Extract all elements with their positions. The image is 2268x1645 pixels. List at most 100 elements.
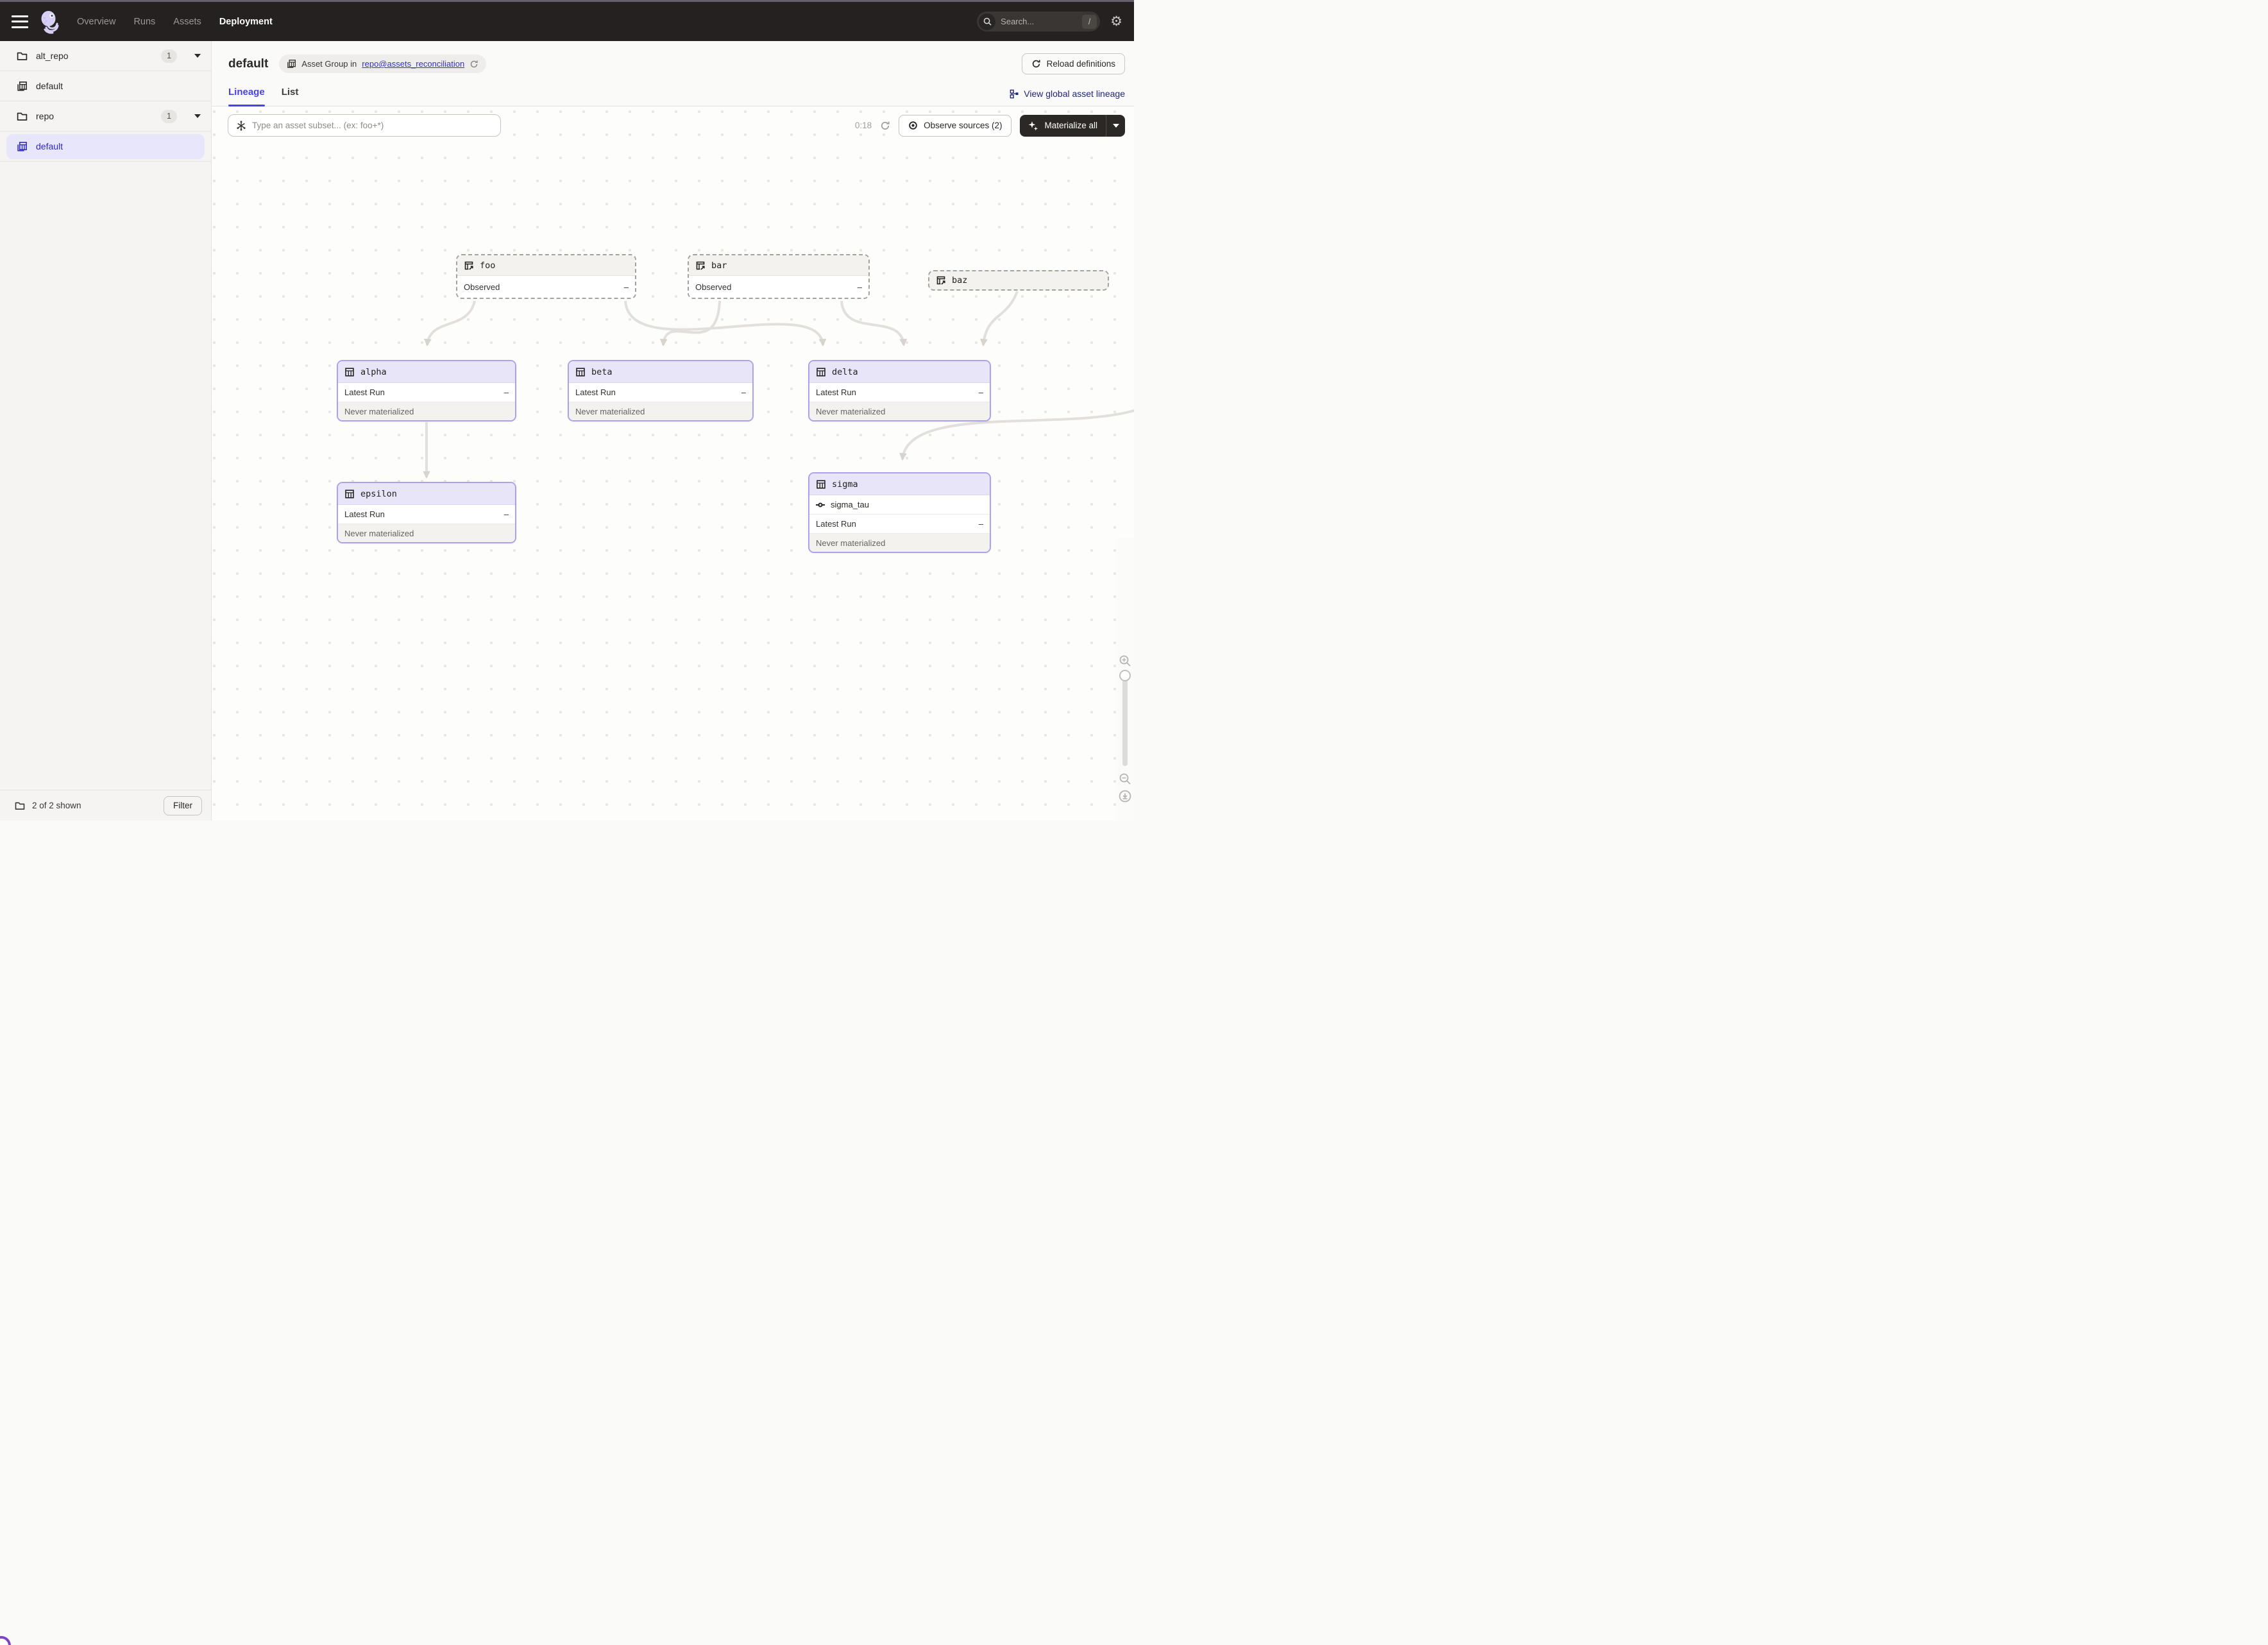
- caret-down-icon[interactable]: [194, 54, 201, 58]
- main-nav: Overview Runs Assets Deployment: [77, 17, 273, 27]
- view-global-asset-lineage-link[interactable]: View global asset lineage: [1010, 89, 1125, 106]
- asset-node-delta[interactable]: delta Latest Run– Never materialized: [808, 360, 991, 422]
- materialize-all-button[interactable]: Materialize all: [1020, 115, 1106, 137]
- refresh-icon: [1031, 59, 1041, 69]
- eye-icon: [908, 121, 918, 130]
- asset-subset-input[interactable]: [228, 114, 501, 137]
- repo-label: alt_repo: [36, 51, 69, 61]
- asset-subset-text-field[interactable]: [252, 121, 493, 130]
- tabs-row: Lineage List View global asset lineage: [212, 78, 1134, 107]
- caret-down-icon[interactable]: [194, 114, 201, 118]
- node-row-label: Latest Run: [816, 388, 856, 397]
- node-label: sigma: [832, 479, 858, 490]
- shown-count-text: 2 of 2 shown: [32, 801, 81, 810]
- node-row-value: –: [504, 509, 509, 519]
- nav-assets[interactable]: Assets: [173, 17, 201, 27]
- nav-deployment[interactable]: Deployment: [219, 17, 273, 27]
- filter-button[interactable]: Filter: [164, 796, 202, 815]
- source-table-icon: [936, 275, 946, 286]
- tab-list[interactable]: List: [282, 87, 299, 106]
- page-title: default: [228, 57, 268, 71]
- asset-node-alpha[interactable]: alpha Latest Run– Never materialized: [337, 360, 516, 422]
- topbar: Overview Runs Assets Deployment Search..…: [0, 0, 1134, 41]
- search-input[interactable]: Search... /: [977, 12, 1100, 31]
- node-label: foo: [480, 260, 495, 271]
- table-icon: [816, 479, 826, 490]
- search-placeholder: Search...: [1001, 17, 1077, 26]
- reload-definitions-button[interactable]: Reload definitions: [1022, 53, 1125, 74]
- zoom-in-icon[interactable]: [1119, 654, 1131, 667]
- node-row-value: –: [741, 388, 746, 397]
- node-status-text: Never materialized: [344, 529, 414, 538]
- table-icon: [344, 367, 355, 377]
- gear-icon[interactable]: ⚙: [1110, 15, 1122, 28]
- node-row-label: Observed: [695, 282, 731, 292]
- launcher-bubble-peek[interactable]: [0, 1636, 11, 1645]
- sidebar-item-default-alt[interactable]: default: [0, 71, 211, 101]
- asset-node-epsilon[interactable]: epsilon Latest Run – Never materialized: [337, 482, 516, 543]
- asset-node-bar[interactable]: bar Observed –: [688, 254, 870, 299]
- asset-group-icon: [17, 81, 28, 92]
- repo-location-link[interactable]: repo@assets_reconciliation: [362, 59, 464, 69]
- materialize-all-split-button: Materialize all: [1020, 115, 1125, 137]
- lineage-edges: [212, 107, 1134, 821]
- asset-subset-icon: [236, 121, 246, 131]
- dagster-logo[interactable]: [38, 10, 60, 34]
- node-label: epsilon: [360, 489, 397, 499]
- graph-toolbar: 0:18 Observe sources (2) Materialize all: [228, 114, 1125, 137]
- node-status-text: Never materialized: [816, 538, 885, 548]
- zoom-slider-track[interactable]: [1122, 676, 1128, 766]
- asset-lineage-canvas[interactable]: 0:18 Observe sources (2) Materialize all: [212, 107, 1134, 821]
- node-row-value: –: [858, 282, 862, 292]
- sidebar-item-repo[interactable]: repo 1: [0, 101, 211, 132]
- node-row-label: Latest Run: [816, 519, 856, 529]
- node-row-value: –: [624, 282, 629, 292]
- source-table-icon: [464, 260, 474, 271]
- sidebar-item-alt-repo[interactable]: alt_repo 1: [0, 41, 211, 71]
- node-label: delta: [832, 367, 858, 377]
- node-status-text: Never materialized: [344, 407, 414, 416]
- folder-icon: [15, 801, 25, 811]
- asset-group-context-pill: Asset Group in repo@assets_reconciliatio…: [279, 55, 486, 73]
- asset-node-baz[interactable]: baz: [928, 270, 1109, 291]
- slash-shortcut-badge: /: [1082, 15, 1097, 29]
- download-icon[interactable]: [1118, 789, 1132, 803]
- context-prefix: Asset Group in: [301, 59, 357, 69]
- node-row-label: Latest Run: [344, 509, 385, 519]
- refresh-icon[interactable]: [470, 60, 478, 69]
- observe-sources-button[interactable]: Observe sources (2): [899, 115, 1011, 137]
- asset-check-row: sigma_tau: [809, 495, 990, 515]
- repo-label: repo: [36, 111, 54, 121]
- table-icon: [575, 367, 586, 377]
- node-label: beta: [591, 367, 613, 377]
- asset-node-beta[interactable]: beta Latest Run– Never materialized: [568, 360, 754, 422]
- asset-node-sigma[interactable]: sigma sigma_tau Latest Run– Never materi…: [808, 472, 991, 553]
- sparkle-icon: [1028, 121, 1038, 131]
- zoom-slider-handle[interactable]: [1119, 670, 1131, 681]
- asset-node-foo[interactable]: foo Observed –: [456, 254, 636, 299]
- table-icon: [344, 489, 355, 499]
- node-status-text: Never materialized: [816, 407, 885, 416]
- node-label: bar: [711, 260, 727, 271]
- repo-list: alt_repo 1 default repo 1 default: [0, 41, 211, 790]
- materialize-options-caret[interactable]: [1106, 115, 1125, 137]
- hamburger-icon[interactable]: [12, 15, 28, 28]
- node-row-label: Latest Run: [344, 388, 385, 397]
- nav-overview[interactable]: Overview: [77, 17, 115, 27]
- page-header: default Asset Group in repo@assets_recon…: [212, 41, 1134, 78]
- zoom-controls: [1116, 538, 1134, 821]
- asset-check-label: sigma_tau: [831, 500, 869, 509]
- source-table-icon: [695, 260, 706, 271]
- group-label: default: [36, 81, 63, 91]
- refresh-icon[interactable]: [880, 121, 890, 131]
- tab-lineage[interactable]: Lineage: [228, 87, 265, 106]
- sidebar-item-default-selected[interactable]: default: [0, 132, 211, 162]
- nav-runs[interactable]: Runs: [133, 17, 155, 27]
- node-status-text: Never materialized: [575, 407, 645, 416]
- search-icon: [979, 13, 995, 30]
- sidebar: alt_repo 1 default repo 1 default: [0, 41, 212, 821]
- check-connector-icon: [815, 500, 825, 510]
- node-row-label: Observed: [464, 282, 500, 292]
- main-content: default Asset Group in repo@assets_recon…: [212, 41, 1134, 821]
- zoom-out-icon[interactable]: [1119, 772, 1131, 785]
